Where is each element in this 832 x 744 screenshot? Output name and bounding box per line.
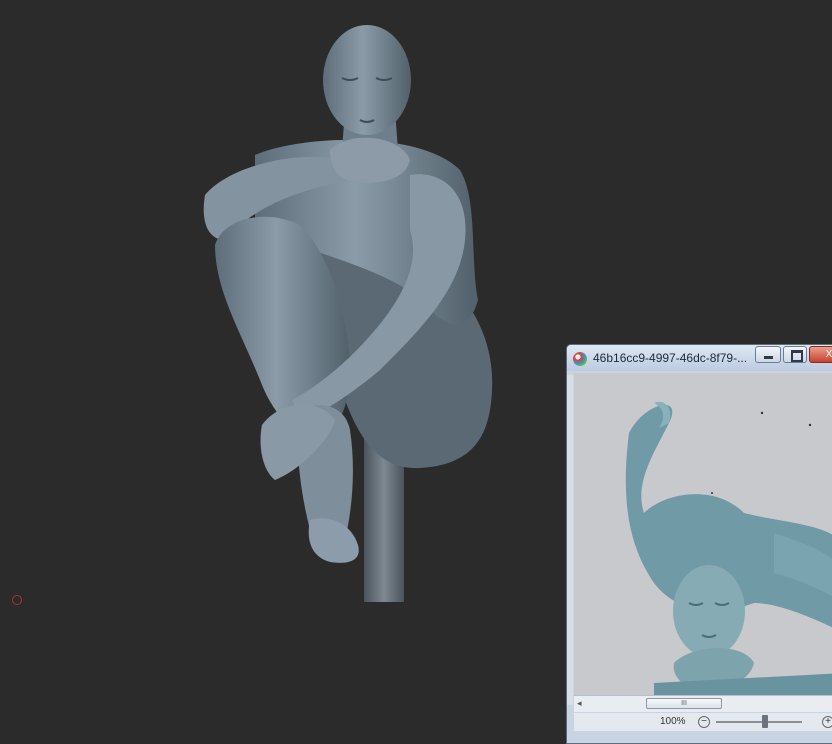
minimize-button[interactable] [755,346,781,363]
paint-palette-icon [573,352,587,366]
horizontal-scrollbar[interactable]: ◂ III [574,695,832,712]
zoom-slider-track[interactable] [716,721,802,723]
head [323,25,411,135]
zoom-out-button[interactable]: − [698,716,710,728]
image-viewer-window[interactable]: 46b16cc9-4997-46dc-8f79-... X ◂ III 100%… [566,344,832,744]
zoom-slider-thumb[interactable] [762,715,768,728]
zoom-level: 100% [660,716,686,727]
vertical-scroll-strip [567,375,573,705]
scroll-left-arrow[interactable]: ◂ [577,698,582,709]
maximize-button[interactable] [783,346,807,363]
reference-image [574,373,832,699]
foot [308,518,359,563]
viewer-titlebar[interactable]: 46b16cc9-4997-46dc-8f79-... X [567,345,832,371]
close-button[interactable]: X [809,346,832,363]
zoom-in-button[interactable]: + [822,716,832,728]
maximize-icon [791,350,803,362]
scrollbar-thumb[interactable]: III [646,698,722,709]
viewer-title: 46b16cc9-4997-46dc-8f79-... [593,351,748,365]
minimize-icon [764,356,773,359]
viewer-statusbar: 100% − + [574,713,832,731]
reference-sculpture-image [574,373,832,699]
pivot-marker [12,595,22,605]
close-icon: X [825,349,832,360]
